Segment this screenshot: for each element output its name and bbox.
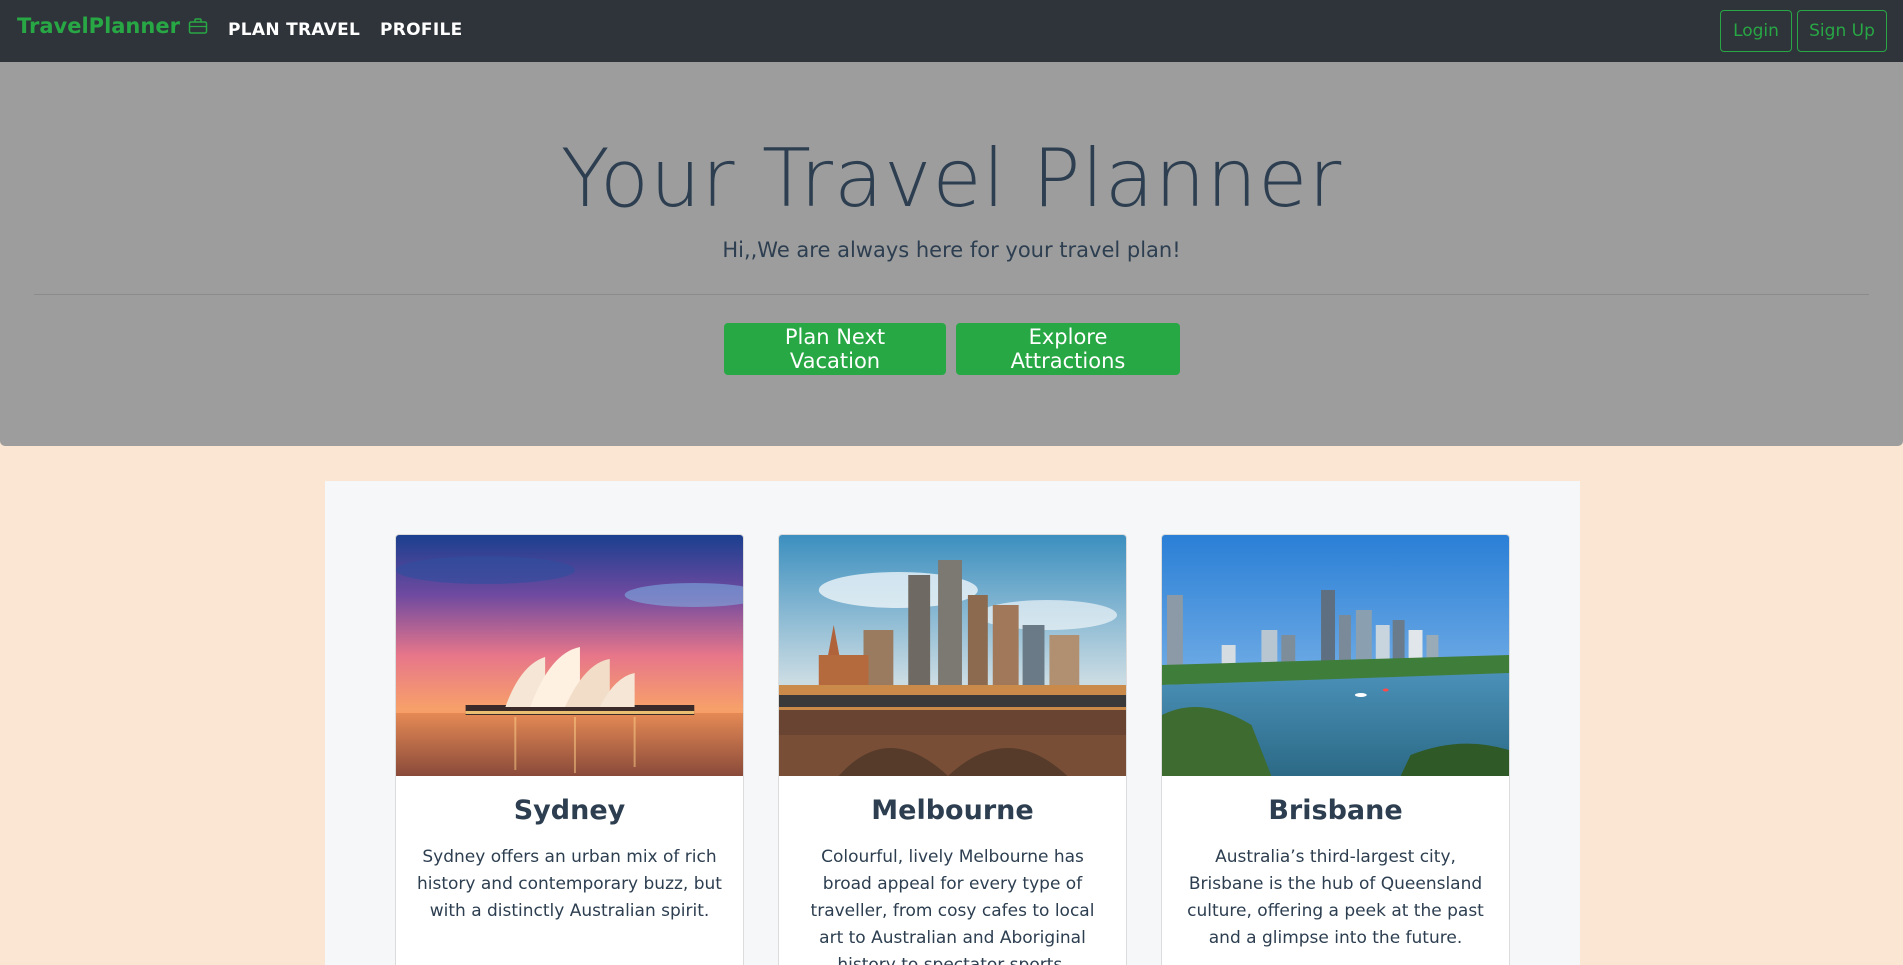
city-card-melbourne[interactable]: Melbourne Colourful, lively Melbourne ha… <box>778 534 1127 965</box>
briefcase-icon <box>188 18 208 34</box>
brand-name: TravelPlanner <box>17 14 180 38</box>
card-title: Melbourne <box>871 795 1034 826</box>
hero-subtitle: Hi,,We are always here for your travel p… <box>722 238 1181 262</box>
explore-attractions-button[interactable]: Explore Attractions <box>956 323 1180 375</box>
login-button[interactable]: Login <box>1720 10 1792 52</box>
card-description: Sydney offers an urban mix of rich histo… <box>417 847 722 921</box>
card-title: Sydney <box>513 795 626 826</box>
card-description: Colourful, lively Melbourne has broad ap… <box>810 847 1095 965</box>
nav-plan-travel[interactable]: PLAN TRAVEL <box>228 20 360 40</box>
hero-jumbotron: Your Travel Planner Hi,,We are always he… <box>0 62 1903 446</box>
card-title: Brisbane <box>1268 795 1403 826</box>
melbourne-skyline-image <box>779 535 1126 776</box>
brand-link[interactable]: TravelPlanner <box>17 14 208 38</box>
plan-next-vacation-button[interactable]: Plan Next Vacation <box>724 323 946 375</box>
nav-profile[interactable]: PROFILE <box>380 20 463 40</box>
destinations-container: Sydney Sydney offers an urban mix of ric… <box>325 481 1580 965</box>
city-card-sydney[interactable]: Sydney Sydney offers an urban mix of ric… <box>395 534 744 965</box>
brisbane-river-image <box>1162 535 1509 776</box>
hero-divider <box>34 294 1869 295</box>
signup-button[interactable]: Sign Up <box>1797 10 1887 52</box>
card-description: Australia’s third-largest city, Brisbane… <box>1187 847 1484 948</box>
top-navbar: TravelPlanner PLAN TRAVEL PROFILE Login … <box>0 0 1903 62</box>
sydney-opera-house-image <box>396 535 743 776</box>
hero-title: Your Travel Planner <box>560 132 1343 225</box>
city-card-brisbane[interactable]: Brisbane Australia’s third-largest city,… <box>1161 534 1510 965</box>
